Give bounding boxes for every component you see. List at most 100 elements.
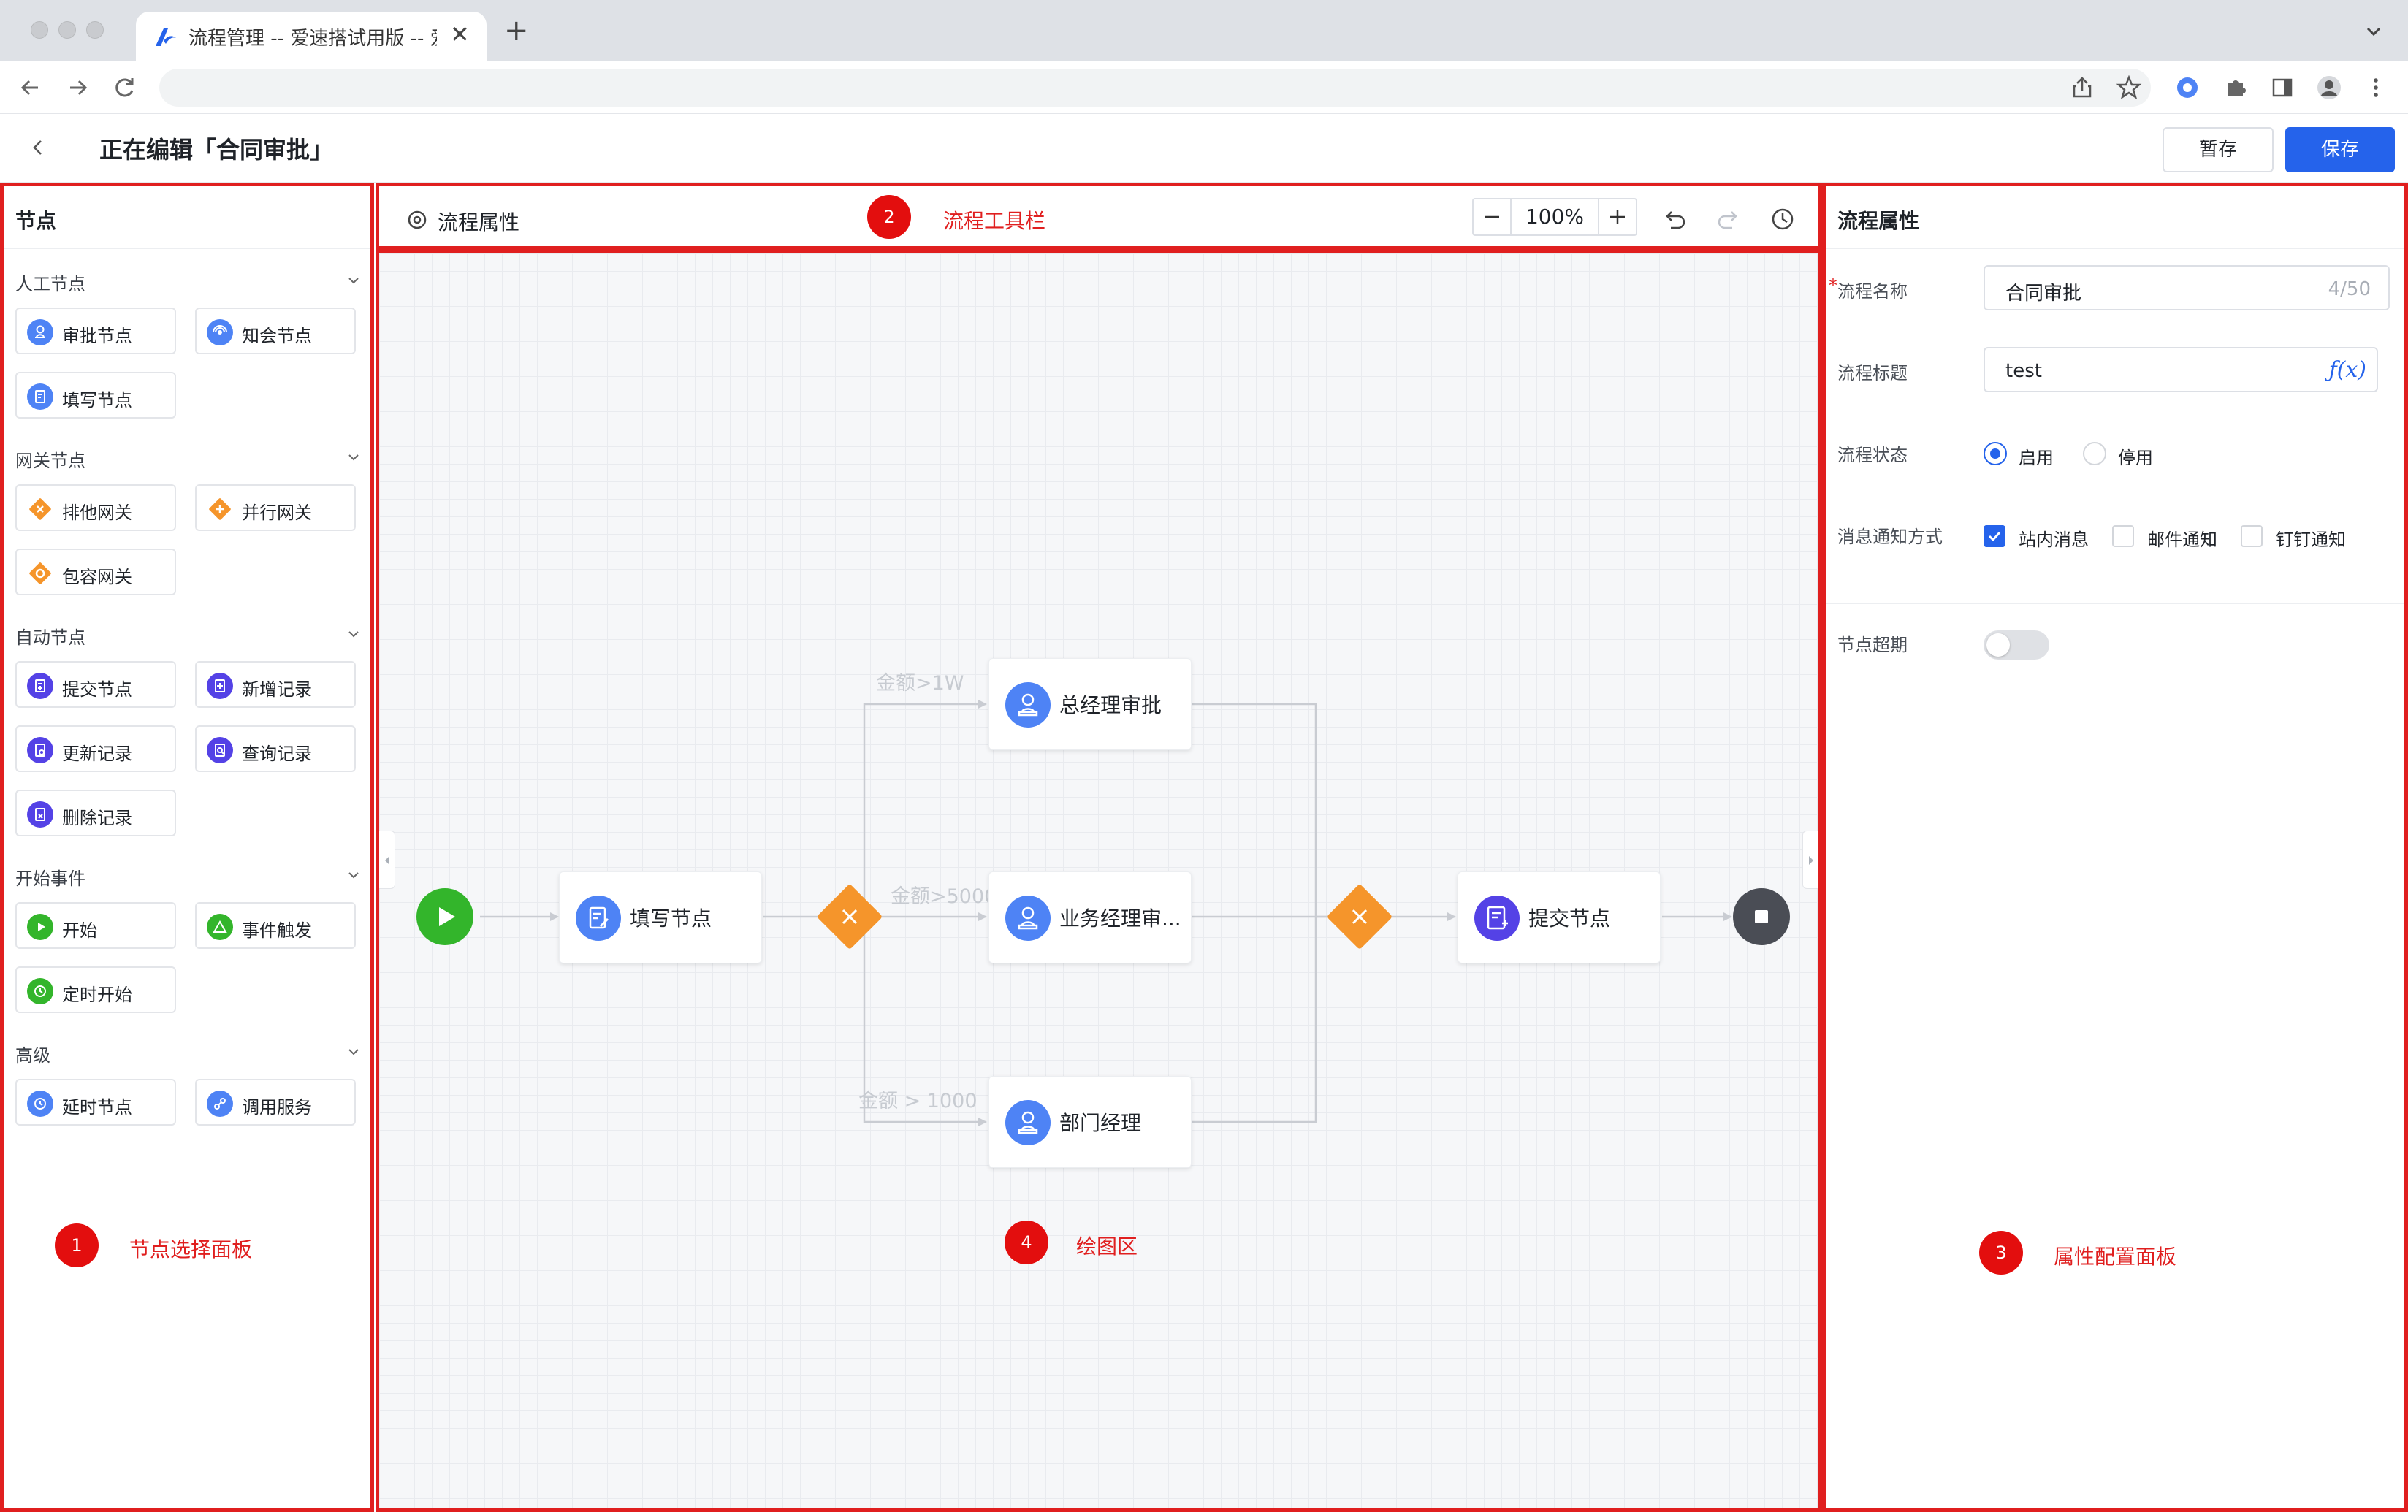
window-close-dot[interactable] [31, 21, 48, 39]
node-button-update-record[interactable]: 更新记录 [15, 725, 176, 772]
flow-node-fill[interactable]: 填写节点 [559, 871, 762, 963]
flow-node-label: 填写节点 [630, 906, 712, 931]
flow-node-submit[interactable]: 提交节点 [1458, 871, 1661, 963]
draft-button[interactable]: 暂存 [2163, 127, 2274, 172]
notify-icon [207, 319, 233, 345]
tab-close-icon[interactable]: ✕ [450, 20, 470, 48]
window-minimize-dot[interactable] [58, 21, 76, 39]
event-trigger-icon [207, 914, 233, 940]
share-icon[interactable] [2068, 73, 2097, 102]
back-chevron-icon[interactable] [25, 134, 51, 161]
node-group-title: 人工节点 [15, 274, 85, 294]
extension-circle-icon[interactable] [2173, 73, 2202, 102]
flow-title-input[interactable]: test ƒ(x) [1984, 347, 2378, 392]
node-timeout-switch[interactable] [1984, 630, 2049, 660]
node-button-delay-clock[interactable]: 延时节点 [15, 1079, 176, 1126]
node-button-call-service[interactable]: 调用服务 [195, 1079, 356, 1126]
end-event-node[interactable] [1732, 887, 1791, 946]
node-group-title: 开始事件 [15, 868, 85, 889]
drawing-canvas[interactable]: 金额>1W 金额>5000 金额 > 1000 填写节点 总经理审批 业务经理审… [376, 250, 1822, 1512]
flow-settings-icon[interactable] [405, 208, 429, 232]
notify-ding-checkbox[interactable] [2241, 525, 2263, 547]
flow-node-label: 业务经理审... [1059, 906, 1181, 931]
node-button-submit[interactable]: 提交节点 [15, 661, 176, 708]
left-panel-collapse-handle[interactable] [379, 831, 395, 889]
node-button-add-record[interactable]: 新增记录 [195, 661, 356, 708]
formula-fx-icon[interactable]: ƒ(x) [2329, 357, 2366, 383]
side-panel-icon[interactable] [2268, 73, 2297, 102]
node-button-delete-record[interactable]: 删除记录 [15, 790, 176, 836]
exclusive-gateway-split[interactable] [816, 883, 883, 950]
node-button-label: 开始 [62, 920, 97, 941]
chevron-down-icon[interactable] [344, 1042, 363, 1061]
flow-node-label: 总经理审批 [1059, 693, 1162, 717]
redo-icon[interactable] [1715, 205, 1742, 233]
chevron-down-icon[interactable] [344, 271, 363, 290]
window-zoom-dot[interactable] [86, 21, 104, 39]
flow-properties-link[interactable]: 流程属性 [438, 207, 519, 236]
node-button-inclusive-gateway[interactable]: 包容网关 [15, 549, 176, 595]
chevron-down-icon[interactable] [344, 625, 363, 644]
status-disabled-label[interactable]: 停用 [2118, 443, 2153, 469]
back-arrow-icon[interactable] [16, 73, 45, 102]
zoom-out-icon[interactable] [1474, 199, 1510, 234]
exclusive-gateway-join[interactable] [1326, 883, 1393, 950]
node-selection-panel: 节点 人工节点 审批节点 知会节点 填写节点 网关节点 排他网关 并行网关 包容网关 自动节点提… [0, 183, 374, 1512]
user-approve-icon [27, 319, 53, 345]
puzzle-extensions-icon[interactable] [2221, 73, 2250, 102]
chevron-down-icon[interactable] [344, 866, 363, 885]
right-panel-collapse-handle[interactable] [1802, 831, 1818, 889]
flow-name-input[interactable]: 合同审批 4/50 [1984, 265, 2390, 310]
edge-label-bottom: 金额 > 1000 [858, 1090, 978, 1112]
flow-node-business-manager[interactable]: 业务经理审... [988, 871, 1192, 963]
start-event-node[interactable] [416, 887, 474, 946]
node-button-label: 新增记录 [242, 679, 312, 700]
node-button-notify[interactable]: 知会节点 [195, 308, 356, 354]
node-button-exclusive-gateway[interactable]: 排他网关 [15, 484, 176, 531]
save-button[interactable]: 保存 [2285, 127, 2395, 172]
notify-ding-label[interactable]: 钉钉通知 [2276, 525, 2346, 551]
notify-site-checkbox[interactable] [1984, 525, 2005, 547]
form-edit-icon [576, 896, 621, 941]
history-clock-icon[interactable] [1769, 205, 1797, 233]
annotation-label-3: 属性配置面板 [2054, 1245, 2177, 1269]
browser-menu-kebab-icon[interactable] [2361, 73, 2390, 102]
chevron-down-icon[interactable] [344, 448, 363, 467]
profile-avatar-icon[interactable] [2314, 73, 2344, 102]
flow-name-label: 流程名称 [1837, 281, 1908, 302]
tab-search-chevron-icon[interactable] [2363, 20, 2385, 42]
browser-address-bar [0, 61, 2408, 114]
notify-method-label: 消息通知方式 [1837, 527, 1943, 547]
bookmark-star-icon[interactable] [2114, 73, 2144, 102]
flow-node-general-manager[interactable]: 总经理审批 [988, 658, 1192, 750]
node-button-timer-start[interactable]: 定时开始 [15, 966, 176, 1013]
status-disabled-radio[interactable] [2083, 442, 2106, 465]
node-button-label: 延时节点 [62, 1097, 132, 1118]
reload-icon[interactable] [110, 73, 139, 102]
query-record-icon [207, 737, 233, 763]
undo-icon[interactable] [1661, 205, 1688, 233]
node-button-form-edit[interactable]: 填写节点 [15, 372, 176, 419]
notify-mail-label[interactable]: 邮件通知 [2147, 525, 2217, 551]
node-button-label: 排他网关 [62, 503, 132, 523]
notify-site-label[interactable]: 站内消息 [2019, 525, 2089, 551]
notify-mail-checkbox[interactable] [2112, 525, 2134, 547]
property-panel-title: 流程属性 [1837, 209, 1920, 233]
flow-status-label: 流程状态 [1837, 445, 1908, 465]
char-counter: 4/50 [2328, 278, 2371, 300]
node-button-query-record[interactable]: 查询记录 [195, 725, 356, 772]
new-tab-button[interactable]: + [504, 16, 529, 45]
status-enabled-label[interactable]: 启用 [2019, 443, 2054, 469]
node-button-event-trigger[interactable]: 事件触发 [195, 902, 356, 949]
status-enabled-radio[interactable] [1984, 442, 2007, 465]
zoom-in-icon[interactable] [1599, 199, 1636, 234]
node-button-label: 审批节点 [62, 326, 132, 346]
node-button-user-approve[interactable]: 审批节点 [15, 308, 176, 354]
node-button-parallel-gateway[interactable]: 并行网关 [195, 484, 356, 531]
panel-divider [1826, 248, 2404, 249]
flow-node-department-manager[interactable]: 部门经理 [988, 1076, 1192, 1168]
forward-arrow-icon[interactable] [63, 73, 92, 102]
url-omnibox[interactable] [159, 69, 2151, 107]
node-button-start-play[interactable]: 开始 [15, 902, 176, 949]
browser-tab[interactable]: 流程管理 -- 爱速搭试用版 -- 爱速搭 ✕ [136, 12, 487, 61]
